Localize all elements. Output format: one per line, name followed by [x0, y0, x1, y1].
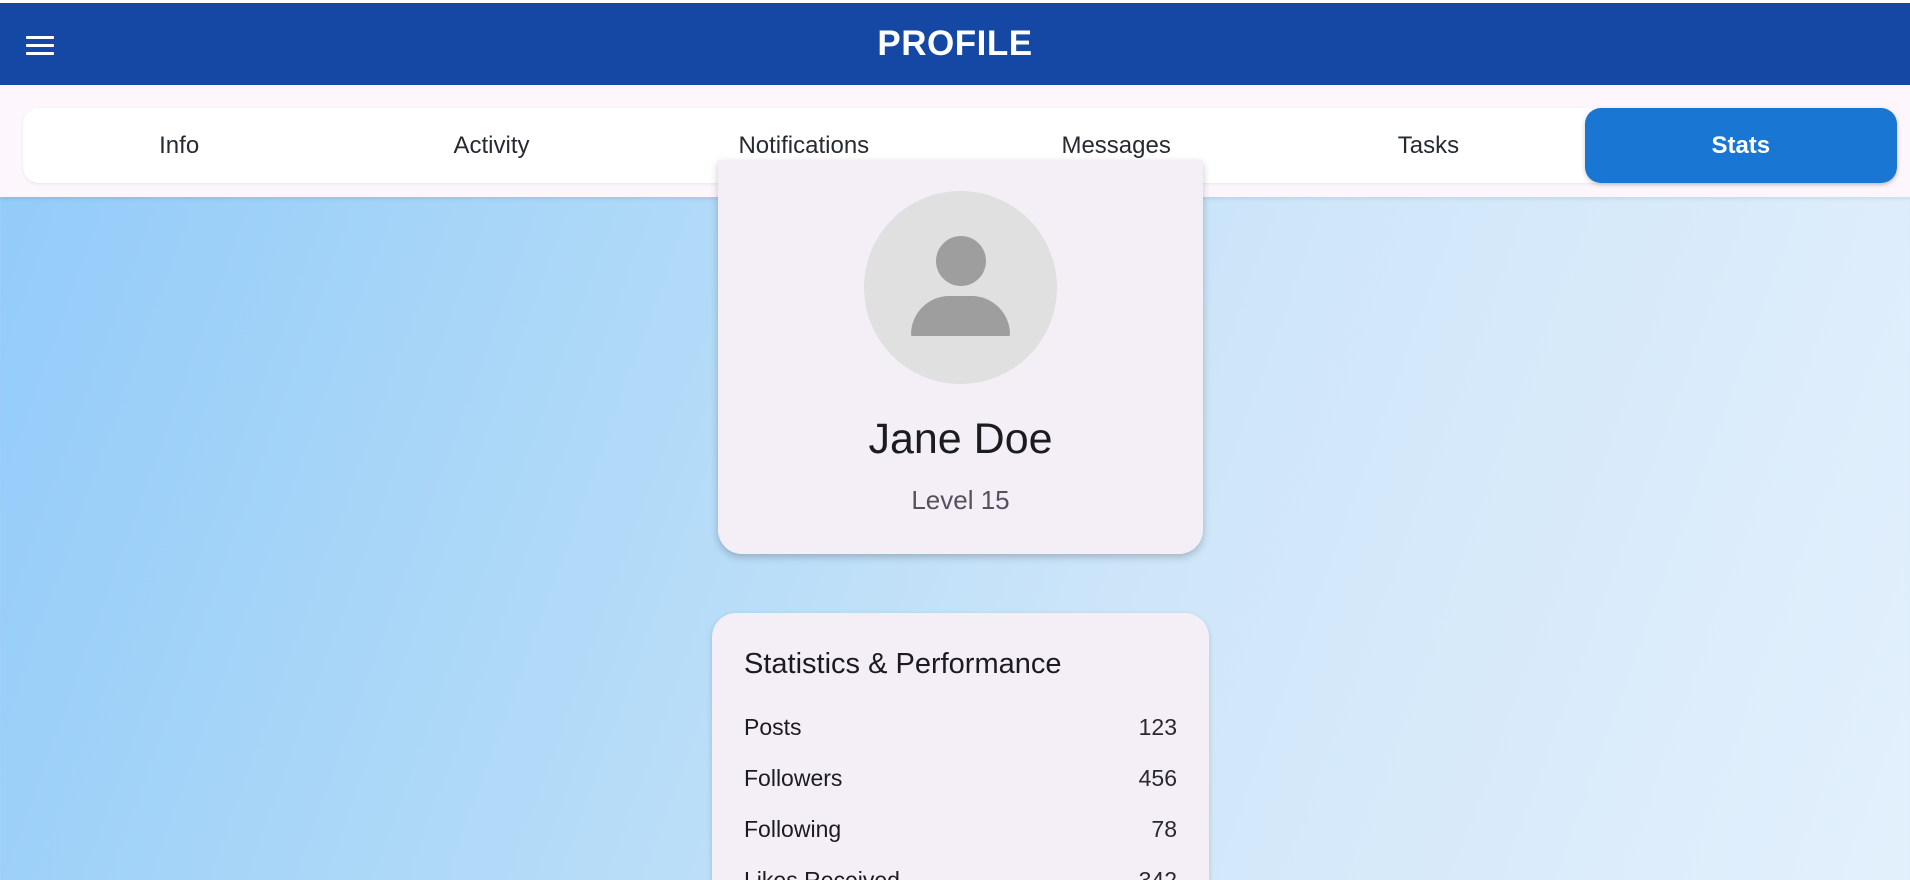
page-title: PROFILE	[877, 24, 1033, 63]
tab-activity[interactable]: Activity	[335, 108, 647, 183]
stats-title: Statistics & Performance	[744, 648, 1062, 680]
stat-value: 342	[1138, 866, 1177, 880]
stat-row-following: Following 78	[744, 812, 1177, 846]
person-icon-body	[911, 296, 1010, 336]
menu-icon-line	[26, 35, 54, 39]
avatar	[864, 191, 1057, 384]
profile-level: Level 15	[911, 485, 1010, 515]
app-bar: PROFILE	[0, 3, 1910, 85]
stat-value: 123	[1138, 713, 1177, 740]
tab-stats[interactable]: Stats	[1584, 108, 1897, 183]
stats-card: Statistics & Performance Posts 123 Follo…	[712, 613, 1209, 880]
stat-label: Likes Received	[744, 866, 900, 880]
stat-value: 78	[1151, 815, 1177, 842]
profile-name: Jane Doe	[868, 415, 1053, 463]
stat-row-posts: Posts 123	[744, 710, 1177, 744]
menu-icon[interactable]	[20, 27, 60, 63]
stat-value: 456	[1138, 764, 1177, 791]
stat-label: Followers	[744, 764, 843, 791]
tab-info[interactable]: Info	[23, 108, 335, 183]
stat-row-likes-received: Likes Received 342	[744, 863, 1177, 880]
person-icon-head	[936, 236, 986, 286]
tab-tasks[interactable]: Tasks	[1272, 108, 1584, 183]
menu-icon-line	[26, 43, 54, 47]
menu-icon-line	[26, 51, 54, 55]
profile-card: Jane Doe Level 15	[718, 160, 1203, 554]
stat-label: Posts	[744, 713, 802, 740]
stat-row-followers: Followers 456	[744, 761, 1177, 795]
stat-label: Following	[744, 815, 842, 842]
